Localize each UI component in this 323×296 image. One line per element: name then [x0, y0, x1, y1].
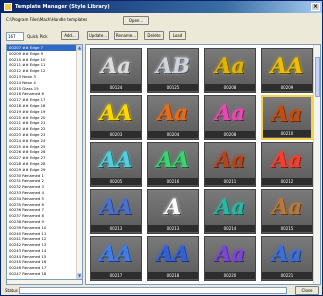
scroll-up-arrow-icon[interactable]: ▲: [77, 45, 82, 51]
template-preview-glyph: AA: [156, 241, 190, 266]
template-code-label: 00208: [205, 84, 255, 91]
gallery-scrollbar[interactable]: [313, 45, 320, 284]
template-tile[interactable]: AA 00217: [90, 236, 142, 281]
template-tile[interactable]: AA 00205: [90, 142, 142, 187]
template-code-label: 00205: [91, 178, 141, 185]
template-list-scrollbar[interactable]: ▲ ▼: [76, 45, 82, 279]
template-tile[interactable]: Aa 00214: [204, 189, 256, 234]
template-code-label: 00215: [262, 225, 312, 232]
close-button[interactable]: Close: [295, 286, 319, 295]
template-tile[interactable]: Aa 00124: [90, 48, 142, 93]
template-tile[interactable]: Aa 00220: [204, 236, 256, 281]
template-gallery: Aa 00124 AB 00125 Aa 00208 AA 00209 AA 00203 Aa 002…: [85, 44, 321, 285]
template-tile[interactable]: Aa 00212: [261, 142, 313, 187]
template-preview-glyph: AB: [155, 53, 191, 78]
template-code-label: 00211: [205, 178, 255, 185]
app-icon: [4, 3, 12, 11]
template-preview-glyph: AA: [99, 241, 133, 266]
template-tile[interactable]: Aa 00221: [261, 236, 313, 281]
template-preview-glyph: AA: [99, 100, 133, 125]
template-preview-glyph: Aa: [272, 101, 302, 126]
template-preview-glyph: AA: [270, 53, 304, 78]
template-preview-glyph: Aa: [101, 53, 131, 78]
template-code-label: 00214: [205, 225, 255, 232]
template-code-label: 00218: [148, 272, 198, 279]
template-tile[interactable]: Aa 00211: [204, 142, 256, 187]
title-bar[interactable]: Template Manager (Style Library) ×: [1, 1, 322, 13]
template-code-label: 00125: [148, 84, 198, 91]
delete-button[interactable]: Delete: [144, 31, 164, 40]
template-code-label: 00210: [263, 130, 311, 137]
template-preview-glyph: AA: [156, 147, 190, 172]
status-label: Status: [5, 288, 18, 293]
template-tile[interactable]: Aa 00208: [204, 95, 256, 140]
template-list[interactable]: 00207 ## Edge 7 00209 ## Edge 9 00210 ## E…: [6, 44, 83, 280]
template-preview-glyph: AA: [99, 147, 133, 172]
template-list-hscrollbar[interactable]: [6, 280, 83, 285]
template-tile[interactable]: Aa 00215: [261, 189, 313, 234]
window-title: Template Manager (Style Library): [15, 4, 110, 10]
template-list-item[interactable]: 00247 Renamed 18: [7, 271, 82, 277]
template-preview-glyph: Aa: [215, 194, 245, 219]
path-row: C:\Program Files\Mach\Handle templates O…: [3, 16, 321, 27]
template-tile[interactable]: AA 00203: [90, 95, 142, 140]
rename-button[interactable]: Rename...: [114, 31, 138, 40]
template-code-label: 00124: [91, 84, 141, 91]
quick-pick-label: Quick Pick: [27, 34, 48, 39]
template-preview-glyph: A: [164, 194, 182, 219]
template-code-label: 00212: [262, 178, 312, 185]
status-bar: Status Close: [3, 286, 321, 295]
template-code-label: 00216: [148, 178, 198, 185]
template-tile[interactable]: Aa 00204: [147, 95, 199, 140]
template-tile[interactable]: AA 00209: [261, 48, 313, 93]
scroll-down-arrow-icon[interactable]: ▼: [77, 273, 82, 279]
template-path-label: C:\Program Files\Mach\Handle templates: [6, 17, 88, 22]
template-code-label: 00220: [205, 272, 255, 279]
command-row: 167 Quick Pick Add... Update... Rename..…: [3, 31, 321, 42]
template-code-label: 00213: [148, 225, 198, 232]
template-tile[interactable]: AA 00216: [147, 142, 199, 187]
template-code-label: 00208: [205, 131, 255, 138]
template-code-label: 00217: [91, 272, 141, 279]
template-tile[interactable]: A 00213: [147, 189, 199, 234]
template-manager-window: Template Manager (Style Library) × C:\Pr…: [0, 0, 323, 296]
template-code-label: 00204: [148, 131, 198, 138]
template-preview-glyph: Aa: [272, 147, 302, 172]
template-preview-glyph: Aa: [215, 147, 245, 172]
template-tile[interactable]: AA 00218: [147, 236, 199, 281]
template-code-label: 00213: [91, 225, 141, 232]
template-preview-glyph: Aa: [272, 194, 302, 219]
open-button[interactable]: Open...: [123, 16, 149, 25]
template-preview-glyph: Aa: [215, 53, 245, 78]
template-preview-glyph: AA: [99, 194, 133, 219]
template-preview-glyph: Aa: [272, 241, 302, 266]
template-tile[interactable]: Aa 00208: [204, 48, 256, 93]
template-code-label: 00209: [262, 84, 312, 91]
template-code-label: 00221: [262, 272, 312, 279]
template-tile[interactable]: Aa 00210: [261, 95, 313, 140]
status-field: [19, 287, 287, 294]
template-preview-glyph: Aa: [158, 100, 188, 125]
add-button[interactable]: Add...: [61, 31, 79, 40]
template-count-field[interactable]: 167: [6, 32, 24, 41]
update-button[interactable]: Update...: [87, 31, 109, 40]
template-code-label: 00203: [91, 131, 141, 138]
close-window-button[interactable]: ×: [311, 3, 320, 11]
load-button[interactable]: Load: [169, 31, 186, 40]
template-preview-glyph: Aa: [215, 241, 245, 266]
template-preview-glyph: Aa: [215, 100, 245, 125]
gallery-scroll-thumb[interactable]: [315, 57, 320, 97]
template-tile[interactable]: AA 00213: [90, 189, 142, 234]
template-tile[interactable]: AB 00125: [147, 48, 199, 93]
